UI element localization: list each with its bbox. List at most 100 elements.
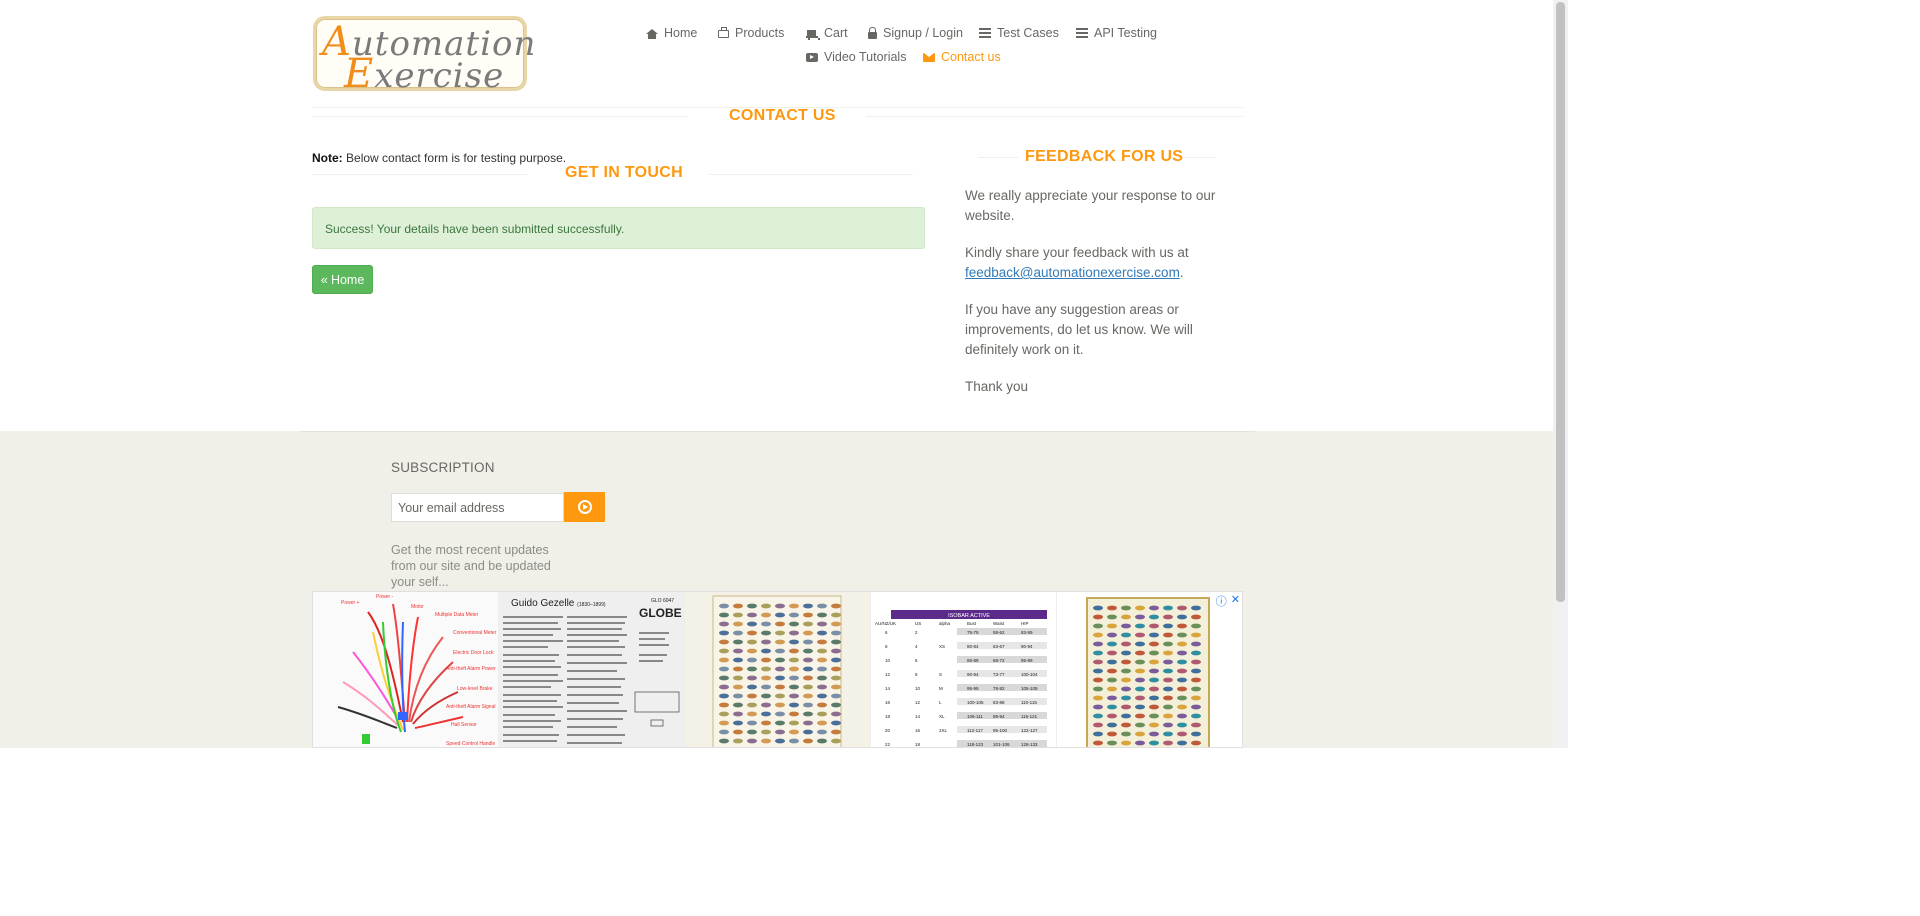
nav-test-cases[interactable]: Test Cases xyxy=(979,26,1059,40)
ad-tile-size-chart[interactable]: ISOBAR ACTIVE AU/NZ/UK US alpha Bust Waist HI… xyxy=(871,592,1057,747)
size-chart-cell: 100-105 xyxy=(967,700,984,705)
fish-illustration xyxy=(789,666,799,672)
fish-illustration xyxy=(1163,605,1173,611)
fish-illustration xyxy=(1107,668,1117,674)
fish-illustration xyxy=(761,603,771,609)
fish-illustration xyxy=(817,675,827,681)
fish-illustration xyxy=(803,684,813,690)
home-button[interactable]: « Home xyxy=(312,265,373,294)
fish-illustration xyxy=(1149,740,1159,746)
advertisement-banner[interactable]: Power + Power - Motor Multiple Data Meter … xyxy=(312,591,1243,748)
fish-illustration xyxy=(775,675,785,681)
fish-illustration xyxy=(1177,668,1187,674)
ad-tile-document[interactable]: Guido Gezelle (1830–1899) GLO 6047 GLOBE xyxy=(499,592,685,747)
fish-illustration xyxy=(747,675,757,681)
fish-illustration xyxy=(1093,695,1103,701)
fish-illustration xyxy=(775,711,785,717)
get-in-touch-rule-right xyxy=(708,174,913,175)
fish-illustration xyxy=(1191,623,1201,629)
feedback-paragraph-2: Kindly share your feedback with us at fe… xyxy=(965,243,1225,283)
feedback-email-link[interactable]: feedback@automationexercise.com xyxy=(965,265,1180,280)
fish-illustration xyxy=(719,720,729,726)
lock-icon xyxy=(868,26,877,39)
get-in-touch-rule-left xyxy=(312,174,527,175)
fish-illustration xyxy=(803,666,813,672)
fish-illustration xyxy=(1163,740,1173,746)
size-chart-cell: 75-79 xyxy=(967,630,979,635)
fish-illustration xyxy=(733,657,743,663)
fish-illustration xyxy=(747,630,757,636)
fish-illustration xyxy=(1191,731,1201,737)
size-chart-cell: 16 xyxy=(885,700,891,705)
fish-illustration xyxy=(1149,650,1159,656)
fish-illustration xyxy=(803,675,813,681)
fish-illustration xyxy=(817,720,827,726)
size-chart-cell: 110-115 xyxy=(1021,700,1037,705)
size-chart-cell: 106-111 xyxy=(967,714,983,719)
size-chart-cell: 89-94 xyxy=(993,714,1005,719)
fish-illustration xyxy=(733,684,743,690)
svg-text:Anti-theft Alarm Signal: Anti-theft Alarm Signal xyxy=(446,704,495,710)
fish-poster-image xyxy=(712,595,842,747)
fish-illustration xyxy=(789,630,799,636)
size-chart-cell: 2 xyxy=(915,630,918,635)
fish-illustration xyxy=(817,621,827,627)
size-chart-cell: 8 xyxy=(915,672,918,677)
nav-cart[interactable]: Cart xyxy=(806,26,848,40)
size-chart-cell: 22 xyxy=(885,742,891,747)
fish-illustration xyxy=(1093,668,1103,674)
fish-illustration xyxy=(1093,605,1103,611)
size-chart-cell: 83-89 xyxy=(1021,630,1033,635)
size-chart-cell: 16 xyxy=(915,728,921,733)
fish-illustration xyxy=(1135,740,1145,746)
fish-illustration xyxy=(817,702,827,708)
size-chart-cell: 73-77 xyxy=(993,672,1005,677)
nav-products[interactable]: Products xyxy=(718,26,784,40)
fish-illustration xyxy=(733,702,743,708)
fish-illustration xyxy=(1121,623,1131,629)
ad-close-icon[interactable]: ✕ xyxy=(1231,593,1240,609)
fish-illustration xyxy=(803,657,813,663)
fish-illustration xyxy=(1135,614,1145,620)
fish-illustration xyxy=(719,657,729,663)
fish-illustration xyxy=(761,738,771,744)
fish-illustration xyxy=(1107,740,1117,746)
ad-tile-fish-poster[interactable] xyxy=(685,592,871,747)
fish-illustration xyxy=(719,666,729,672)
ad-tile-fish-poster-2[interactable] xyxy=(1057,592,1242,747)
size-chart-cell: 18 xyxy=(885,714,891,719)
nav-home[interactable]: Home xyxy=(646,26,697,40)
fish-illustration xyxy=(803,603,813,609)
svg-text:Motor: Motor xyxy=(411,604,424,610)
feedback-paragraph-3: If you have any suggestion areas or impr… xyxy=(965,302,1193,357)
home-icon xyxy=(646,28,658,39)
nav-video-tutorials[interactable]: Video Tutorials xyxy=(806,50,906,64)
ad-tile-wiring[interactable]: Power + Power - Motor Multiple Data Meter … xyxy=(313,592,499,747)
nav-signup-login[interactable]: Signup / Login xyxy=(868,26,963,40)
fish-illustration xyxy=(733,621,743,627)
size-chart-cell: S xyxy=(939,672,942,677)
fish-illustration xyxy=(775,729,785,735)
scrollbar-thumb[interactable] xyxy=(1556,2,1565,602)
svg-text:Power +: Power + xyxy=(341,600,360,606)
fish-illustration xyxy=(719,648,729,654)
nav-contact-us[interactable]: Contact us xyxy=(923,50,1001,64)
subscription-email-input[interactable] xyxy=(391,493,564,522)
size-chart-cell: 83-88 xyxy=(993,700,1005,705)
fish-illustration xyxy=(789,738,799,744)
note-body: Below contact form is for testing purpos… xyxy=(346,151,567,165)
vertical-scrollbar[interactable] xyxy=(1553,0,1568,748)
size-chart-cell: 8 xyxy=(885,644,888,649)
fish-illustration xyxy=(1163,623,1173,629)
fish-illustration xyxy=(831,621,841,627)
site-logo[interactable]: Automation Exercise xyxy=(313,16,535,97)
fish-illustration xyxy=(761,648,771,654)
fish-illustration xyxy=(1163,722,1173,728)
subscribe-button[interactable] xyxy=(564,492,605,522)
svg-text:Conventional Meter: Conventional Meter xyxy=(453,630,497,636)
nav-home-label: Home xyxy=(664,26,698,40)
size-chart-header: alpha xyxy=(939,621,951,626)
ad-info-icon[interactable]: ⓘ xyxy=(1216,593,1227,609)
fish-illustration xyxy=(1149,614,1159,620)
nav-api-testing[interactable]: API Testing xyxy=(1076,26,1157,40)
